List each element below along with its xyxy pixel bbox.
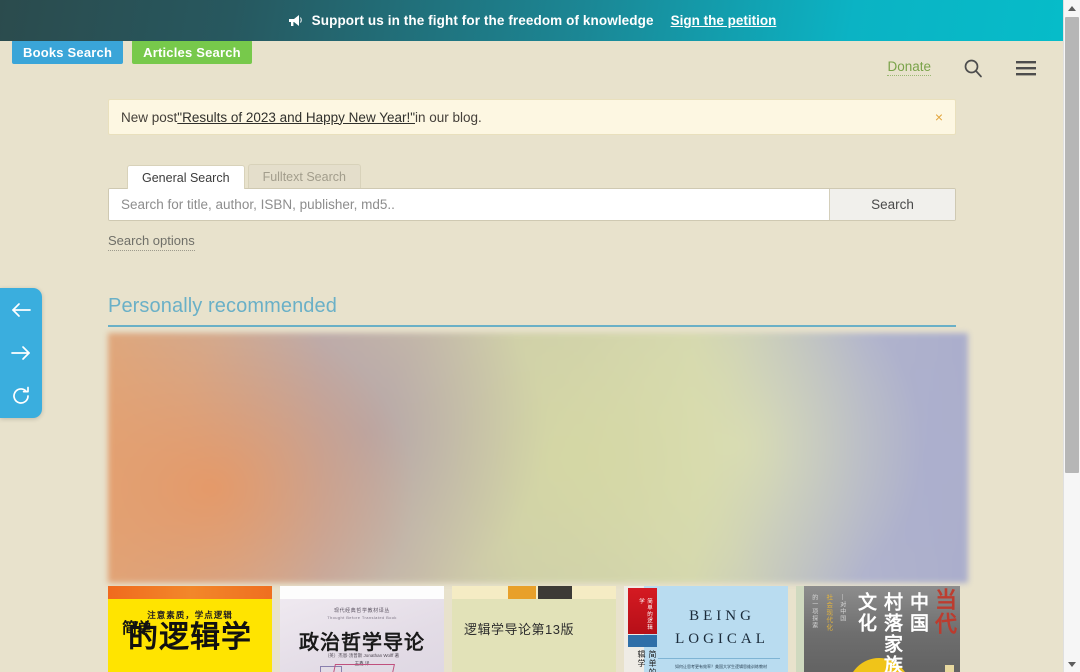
tab-general-search[interactable]: General Search <box>127 165 245 189</box>
recommended-book-row: 注意素质，学点逻辑 简单 的逻辑学 Being Logical: A Guide… <box>108 586 968 672</box>
books-search-tab[interactable]: Books Search <box>12 40 124 64</box>
search-icon[interactable] <box>963 58 983 78</box>
personally-recommended-section: Personally recommended 注意素质，学点逻辑 简单 的逻辑学… <box>108 295 968 672</box>
book-5-col-3: —对中国 <box>838 594 845 622</box>
close-icon[interactable]: × <box>935 110 943 124</box>
search-submit-button[interactable]: Search <box>829 189 955 220</box>
cover-body: 现代经典哲学教材译丛 Thought Before Translated Boo… <box>280 599 444 672</box>
notice-prefix: New post <box>121 109 178 125</box>
tab-fulltext-search[interactable]: Fulltext Search <box>247 164 361 188</box>
notice-suffix: in our blog. <box>415 109 482 125</box>
search-mode-tabs: General Search Fulltext Search <box>108 164 956 189</box>
cover-badge-secondary <box>628 635 657 647</box>
sign-petition-link[interactable]: Sign the petition <box>671 13 777 28</box>
book-4-footnote: 如何让思考更有效率？美国大学生逻辑思维训练教材 <box>675 664 767 669</box>
search-row: Search <box>108 188 956 221</box>
cover-badge: 简单的逻辑学 <box>628 588 657 634</box>
megaphone-icon <box>287 14 303 27</box>
title-divider <box>108 325 956 327</box>
site-header: Books Search Articles Search Donate <box>0 40 1063 99</box>
cover-body: 逻辑学导论第13版 <box>452 599 616 672</box>
search-widget: General Search Fulltext Search Search Se… <box>108 164 956 251</box>
book-cover-4[interactable]: 简单的逻辑学 简单的逻辑学 BEING LOGICAL 如何让思考更有效率？美国… <box>624 586 788 672</box>
book-3-title: 逻辑学导论第13版 <box>464 622 574 637</box>
back-button[interactable] <box>6 295 36 325</box>
blog-notice-bar: New post "Results of 2023 and Happy New … <box>108 99 956 135</box>
cover-body: 简单的逻辑学 简单的逻辑学 BEING LOGICAL 如何让思考更有效率？美国… <box>624 586 788 672</box>
cover-stripe <box>796 586 804 672</box>
cover-band <box>452 586 616 599</box>
search-type-tabs: Books Search Articles Search <box>12 40 252 64</box>
book-2-series-en: Thought Before Translated Book <box>327 615 397 620</box>
book-cover-3[interactable]: 逻辑学导论第13版 <box>452 586 616 672</box>
book-5-accent: 当代 <box>932 588 957 636</box>
reload-button[interactable] <box>6 381 36 411</box>
book-cover-5[interactable]: 的一项探索 社会现代化 —对中国 文化 村落家族 中国 当代 <box>796 586 960 672</box>
cover-carousel-placeholder <box>108 333 968 583</box>
book-2-series: 现代经典哲学教材译丛 <box>333 608 390 614</box>
book-4-badge-text: 简单的逻辑学 <box>638 598 652 631</box>
book-5-col-2: 社会现代化 <box>824 594 832 632</box>
donate-link[interactable]: Donate <box>887 60 931 76</box>
search-input[interactable] <box>109 189 829 220</box>
book-4-title-line2: LOGICAL <box>675 631 769 647</box>
cover-body: 注意素质，学点逻辑 简单 的逻辑学 Being Logical: A Guide… <box>108 599 272 672</box>
book-5-col-1: 的一项探索 <box>810 594 817 629</box>
forward-button[interactable] <box>6 338 36 368</box>
page-scrollbar[interactable] <box>1063 0 1080 672</box>
cover-rule <box>658 658 780 659</box>
scrollbar-thumb[interactable] <box>1065 17 1079 473</box>
book-4-title-line1: BEING <box>689 608 755 624</box>
book-1-title: 的逻辑学 <box>128 621 252 654</box>
blog-post-link[interactable]: "Results of 2023 and Happy New Year!" <box>177 110 415 125</box>
book-5-big-2: 村落家族 <box>881 592 902 672</box>
book-4-spine-title: 简单的逻辑学 <box>637 650 657 672</box>
search-options-link[interactable]: Search options <box>108 233 195 251</box>
main-content: New post "Results of 2023 and Happy New … <box>0 99 1063 672</box>
hamburger-menu-icon[interactable] <box>1015 60 1037 77</box>
browser-viewport: Support us in the fight for the freedom … <box>0 0 1063 672</box>
caret-down-icon[interactable] <box>1064 656 1080 672</box>
header-actions: Donate <box>887 58 1037 78</box>
caret-up-icon[interactable] <box>1064 0 1080 16</box>
cover-body: 的一项探索 社会现代化 —对中国 文化 村落家族 中国 当代 <box>796 586 960 672</box>
articles-search-tab[interactable]: Articles Search <box>132 40 252 64</box>
book-5-big-3: 中国 <box>907 592 928 634</box>
book-2-title: 政治哲学导论 <box>299 632 425 654</box>
cover-decoration <box>329 664 395 672</box>
book-2-author: （英）杰恩·汤普斯 Jonathan Wolff 著 <box>324 653 400 658</box>
page-title: Personally recommended <box>108 295 337 317</box>
cover-band <box>108 586 272 599</box>
floating-nav-dock <box>0 288 42 418</box>
cover-chip <box>945 665 954 672</box>
cover-band <box>280 586 444 599</box>
promo-banner: Support us in the fight for the freedom … <box>0 0 1063 41</box>
promo-text: Support us in the fight for the freedom … <box>311 13 654 28</box>
book-5-big-1: 文化 <box>855 592 876 634</box>
book-cover-1[interactable]: 注意素质，学点逻辑 简单 的逻辑学 Being Logical: A Guide… <box>108 586 272 672</box>
book-cover-2[interactable]: 现代经典哲学教材译丛 Thought Before Translated Boo… <box>280 586 444 672</box>
